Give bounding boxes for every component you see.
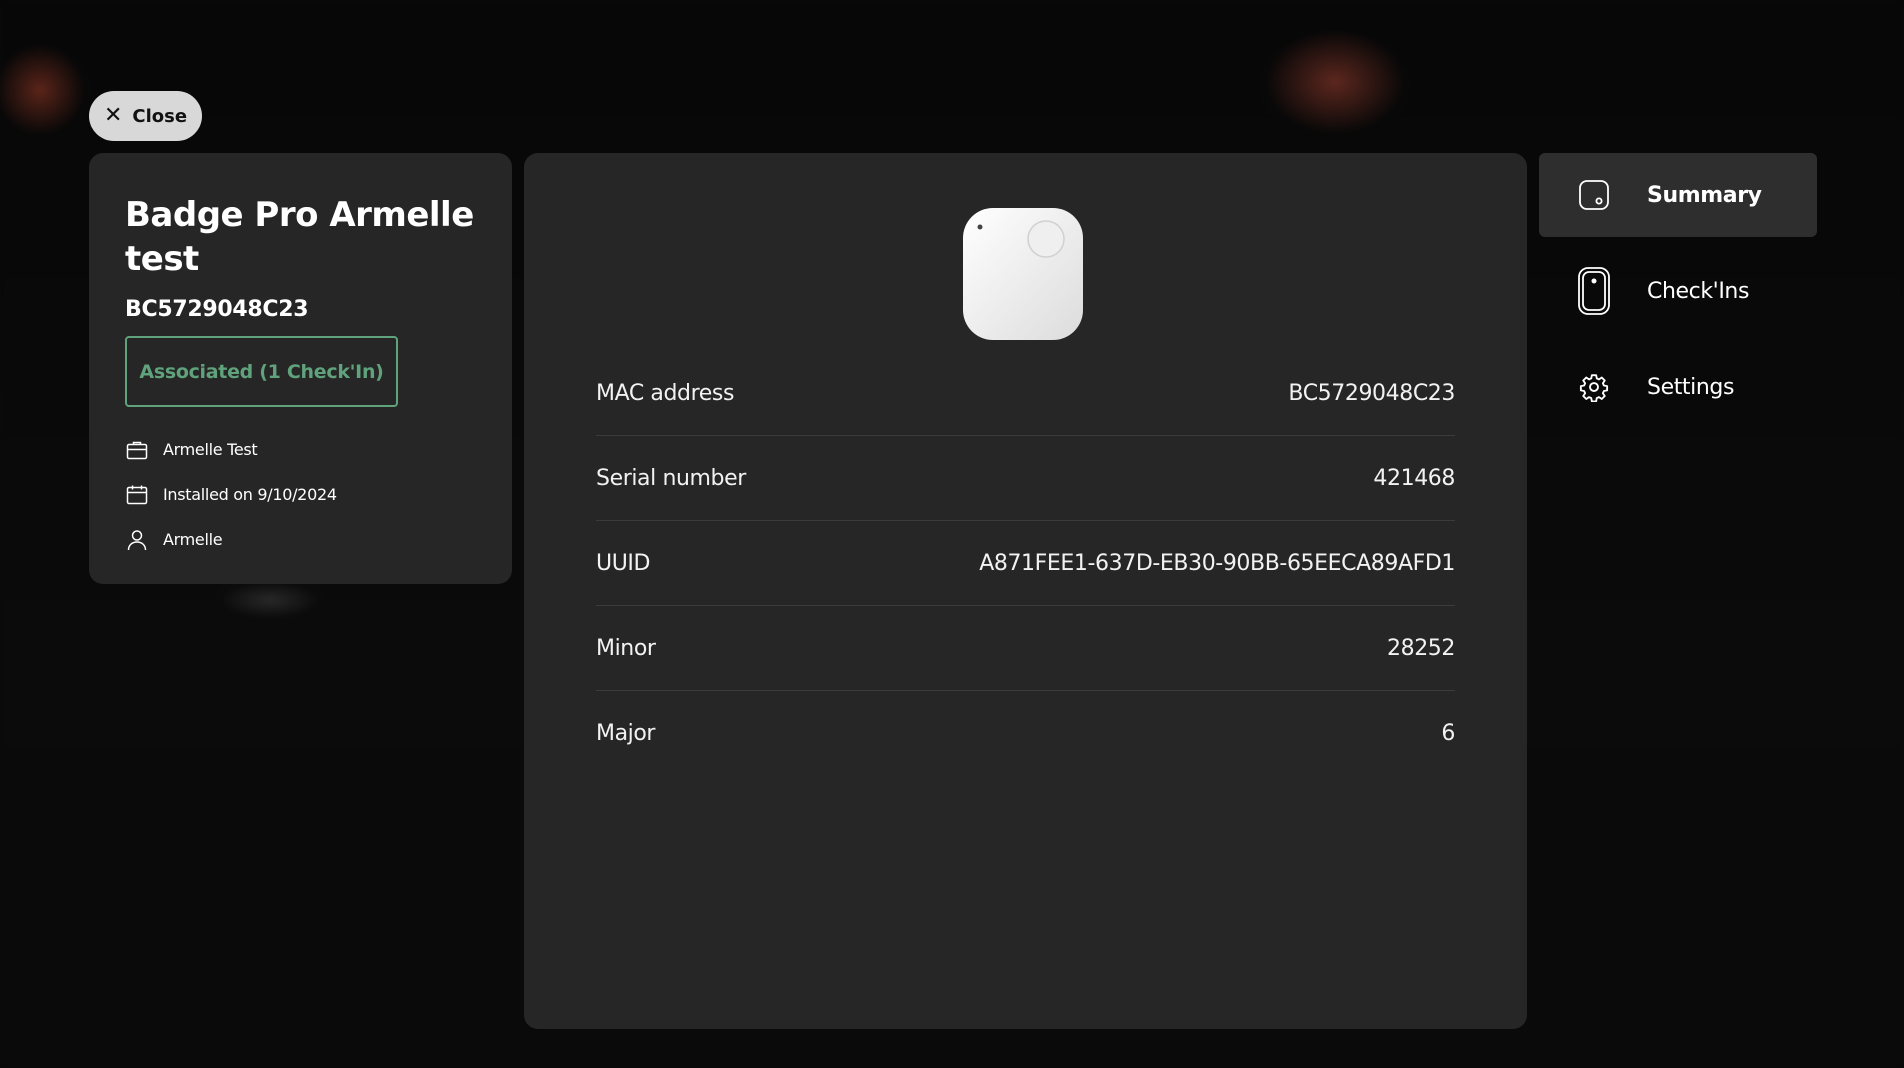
detail-value: 6 xyxy=(1441,720,1455,746)
close-button[interactable]: ✕ Close xyxy=(89,91,202,141)
detail-value: BC5729048C23 xyxy=(1288,380,1455,406)
detail-row-major: Major 6 xyxy=(596,691,1455,775)
user-icon xyxy=(127,529,147,550)
nav-item-settings[interactable]: Settings xyxy=(1539,345,1817,429)
detail-value: 28252 xyxy=(1387,635,1455,661)
meta-row-user: Armelle xyxy=(125,517,477,562)
meta-row-location: Armelle Test xyxy=(125,427,477,472)
nav-item-label: Summary xyxy=(1647,182,1762,208)
device-detail-table: MAC address BC5729048C23 Serial number 4… xyxy=(596,351,1455,775)
nav-item-summary[interactable]: Summary xyxy=(1539,153,1817,237)
device-info-card: Badge Pro Armelle test BC5729048C23 Asso… xyxy=(89,153,512,584)
nav-item-label: Check'Ins xyxy=(1647,278,1750,304)
detail-label: UUID xyxy=(596,550,651,576)
detail-value: A871FEE1-637D-EB30-90BB-65EECA89AFD1 xyxy=(979,550,1455,576)
gear-icon xyxy=(1577,370,1611,404)
briefcase-icon xyxy=(126,441,148,459)
status-badge: Associated (1 Check'In) xyxy=(125,336,398,407)
phone-tag-icon xyxy=(1577,267,1611,315)
detail-value: 421468 xyxy=(1373,465,1455,491)
meta-row-installed: Installed on 9/10/2024 xyxy=(125,472,477,517)
close-icon: ✕ xyxy=(103,103,123,128)
detail-label: Minor xyxy=(596,635,656,661)
close-button-label: Close xyxy=(132,105,188,127)
detail-row-uuid: UUID A871FEE1-637D-EB30-90BB-65EECA89AFD… xyxy=(596,521,1455,606)
detail-row-mac: MAC address BC5729048C23 xyxy=(596,351,1455,436)
meta-installed-text: Installed on 9/10/2024 xyxy=(163,485,337,504)
detail-row-minor: Minor 28252 xyxy=(596,606,1455,691)
nav-item-label: Settings xyxy=(1647,374,1735,400)
device-details-panel: MAC address BC5729048C23 Serial number 4… xyxy=(524,153,1527,1029)
meta-location-text: Armelle Test xyxy=(163,440,258,459)
device-meta-list: Armelle Test Installed on 9/10/2024 Arme… xyxy=(125,427,477,562)
calendar-icon xyxy=(126,485,148,504)
device-identifier: BC5729048C23 xyxy=(125,297,309,322)
detail-label: Major xyxy=(596,720,656,746)
detail-row-serial: Serial number 421468 xyxy=(596,436,1455,521)
badge-device-image xyxy=(963,208,1083,340)
device-title: Badge Pro Armelle test xyxy=(125,195,474,279)
badge-device-icon xyxy=(1577,178,1611,212)
nav-item-checkins[interactable]: Check'Ins xyxy=(1539,249,1817,333)
side-navigation: Summary Check'Ins Settings xyxy=(1539,153,1817,441)
detail-label: Serial number xyxy=(596,465,746,491)
detail-label: MAC address xyxy=(596,380,735,406)
meta-user-text: Armelle xyxy=(163,530,223,549)
